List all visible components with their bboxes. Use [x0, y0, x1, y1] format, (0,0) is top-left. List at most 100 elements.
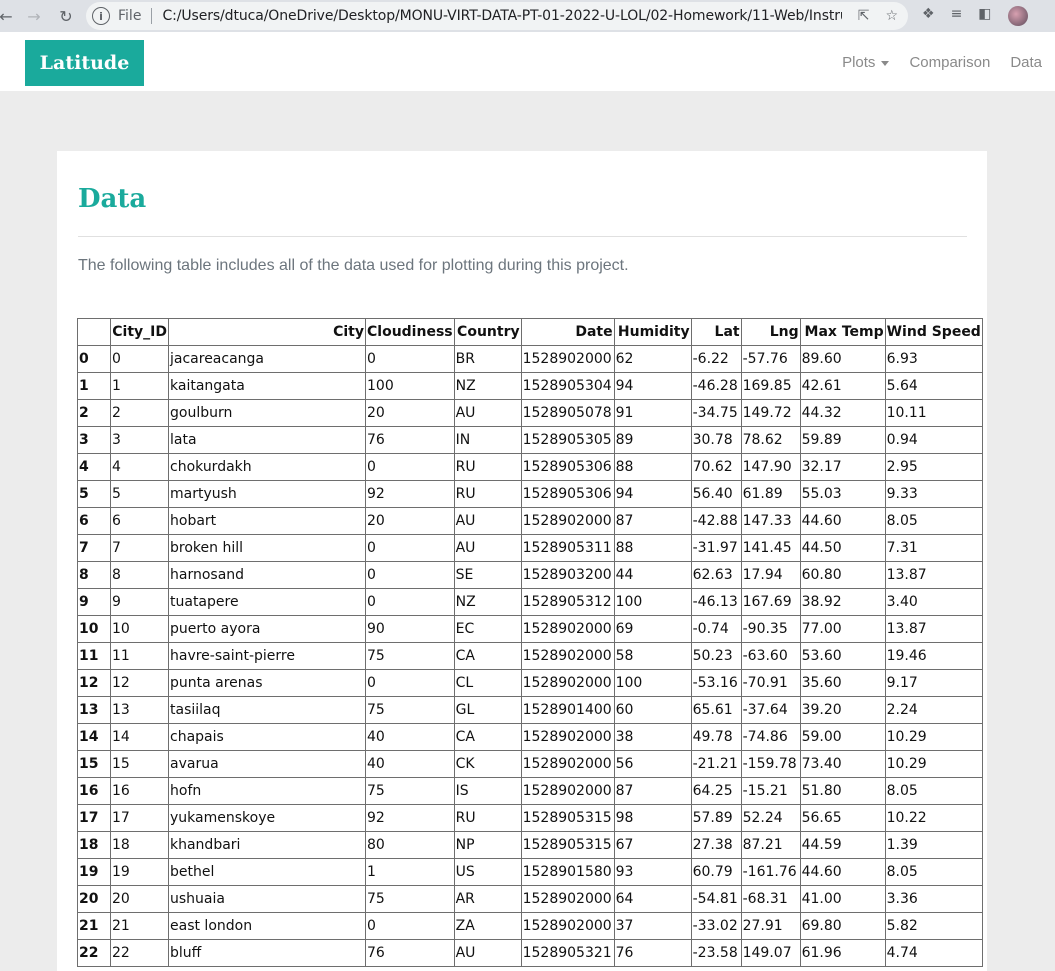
table-cell: 0 [365, 588, 455, 616]
table-cell: 16 [110, 777, 169, 805]
share-icon[interactable]: ⇱ [858, 8, 870, 24]
table-cell: 3 [110, 426, 169, 454]
table-cell: -21.21 [690, 750, 742, 778]
table-row: 21 21 east london 0 ZA 1528902000 37 -33.02 27.9… [77, 912, 983, 940]
reading-list-icon[interactable]: ≡ [951, 6, 963, 26]
content-card: Data The following table includes all of… [57, 151, 987, 971]
table-cell: 1528902000 [520, 642, 615, 670]
nav-comparison-link[interactable]: Comparison [909, 54, 990, 71]
table-cell: -0.74 [690, 615, 742, 643]
table-cell: AU [453, 534, 522, 562]
table-cell: RU [453, 453, 522, 481]
brand-logo[interactable]: Latitude [25, 40, 144, 86]
table-cell: 12 [110, 669, 169, 697]
table-cell: 9.17 [884, 669, 983, 697]
table-cell: 90 [365, 615, 455, 643]
nav-data-link[interactable]: Data [1010, 54, 1042, 71]
table-row: 0 0 jacareacanga 0 BR 1528902000 62 -6.22 -57.76… [77, 345, 983, 373]
table-cell: AU [453, 507, 522, 535]
table-cell: 44.32 [799, 399, 886, 427]
table-body: 0 0 jacareacanga 0 BR 1528902000 62 -6.22 -57.76… [77, 345, 983, 967]
row-index-cell: 1 [77, 372, 111, 400]
column-header: City_ID [110, 318, 169, 346]
url-text[interactable]: C:/Users/dtuca/OneDrive/Desktop/MONU-VIR… [162, 8, 842, 24]
table-cell: 1528905311 [520, 534, 615, 562]
forward-icon[interactable]: → [22, 4, 46, 28]
bookmark-star-icon[interactable]: ☆ [885, 8, 898, 24]
table-cell: 87 [613, 507, 692, 535]
column-header [77, 318, 111, 346]
table-cell: 27.91 [740, 912, 801, 940]
table-row: 11 11 havre-saint-pierre 75 CA 1528902000 58 50… [77, 642, 983, 670]
table-cell: 4.74 [884, 939, 983, 967]
table-cell: 76 [613, 939, 692, 967]
table-cell: 10.29 [884, 750, 983, 778]
table-cell: 1 [110, 372, 169, 400]
profile-avatar[interactable] [1007, 6, 1028, 26]
table-cell: 20 [365, 507, 455, 535]
page-description: The following table includes all of the … [78, 257, 629, 274]
table-cell: -74.86 [740, 723, 801, 751]
column-header: Wind Speed [884, 318, 983, 346]
table-cell: 57.89 [690, 804, 742, 832]
back-icon[interactable]: ← [0, 4, 18, 28]
column-header: Date [520, 318, 615, 346]
row-index-cell: 3 [77, 426, 111, 454]
row-index-cell: 4 [77, 453, 111, 481]
reload-icon[interactable]: ↻ [54, 4, 78, 28]
table-cell: 1528902000 [520, 669, 615, 697]
table-cell: 98 [613, 804, 692, 832]
table-cell: 59.00 [799, 723, 886, 751]
table-cell: 13.87 [884, 561, 983, 589]
table-cell: 56.40 [690, 480, 742, 508]
table-cell: 4 [110, 453, 169, 481]
table-row: 13 13 tasiilaq 75 GL 1528901400 60 65.61 -37.64 3… [77, 696, 983, 724]
table-cell: 9 [110, 588, 169, 616]
table-cell: 6.93 [884, 345, 983, 373]
table-cell: 18 [110, 831, 169, 859]
table-cell: 44.50 [799, 534, 886, 562]
table-cell: CA [453, 723, 522, 751]
table-cell: east london [168, 912, 366, 940]
table-cell: 1528902000 [520, 885, 615, 913]
table-cell: 75 [365, 696, 455, 724]
table-cell: GL [453, 696, 522, 724]
table-cell: 91 [613, 399, 692, 427]
table-cell: 2 [110, 399, 169, 427]
table-cell: 7.31 [884, 534, 983, 562]
table-row: 8 8 harnosand 0 SE 1528903200 44 62.63 17.94 60.8… [77, 561, 983, 589]
table-cell: 1528901400 [520, 696, 615, 724]
table-cell: jacareacanga [168, 345, 366, 373]
row-index-cell: 19 [77, 858, 111, 886]
nav-plots-dropdown[interactable]: Plots [842, 54, 890, 71]
table-row: 18 18 khandbari 80 NP 1528905315 67 27.38 87.21 4… [77, 831, 983, 859]
table-cell: 89.60 [799, 345, 886, 373]
extensions-puzzle-icon[interactable]: ❖ [922, 6, 935, 26]
table-cell: tuatapere [168, 588, 366, 616]
side-panel-icon[interactable]: ◧ [978, 6, 991, 26]
table-cell: 1528905305 [520, 426, 615, 454]
table-cell: 5.82 [884, 912, 983, 940]
table-cell: 14 [110, 723, 169, 751]
table-cell: 1.39 [884, 831, 983, 859]
table-cell: 0.94 [884, 426, 983, 454]
table-cell: -159.78 [740, 750, 801, 778]
table-cell: AU [453, 939, 522, 967]
table-cell: 2.95 [884, 453, 983, 481]
table-cell: 8.05 [884, 507, 983, 535]
table-cell: bethel [168, 858, 366, 886]
info-icon[interactable]: i [92, 7, 110, 25]
table-cell: 147.90 [740, 453, 801, 481]
address-bar[interactable]: i File C:/Users/dtuca/OneDrive/Desktop/M… [86, 2, 908, 30]
table-cell: khandbari [168, 831, 366, 859]
table-cell: NP [453, 831, 522, 859]
table-cell: 67 [613, 831, 692, 859]
table-cell: 3.40 [884, 588, 983, 616]
table-cell: 169.85 [740, 372, 801, 400]
table-cell: 10 [110, 615, 169, 643]
table-cell: 100 [365, 372, 455, 400]
column-header: Country [453, 318, 522, 346]
table-row: 16 16 hofn 75 IS 1528902000 87 64.25 -15.21 51.80… [77, 777, 983, 805]
table-cell: 11 [110, 642, 169, 670]
table-cell: 5 [110, 480, 169, 508]
